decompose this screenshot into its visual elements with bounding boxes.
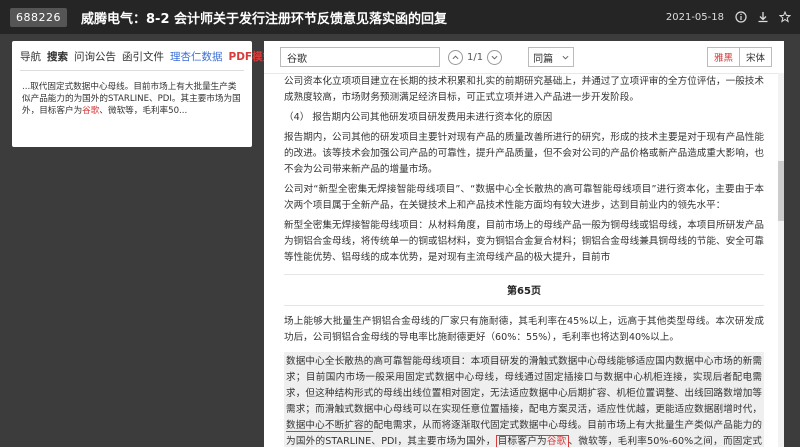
sidebar-tabs: 导航 搜索 问询公告 函引文件 理杏仁数据 PDF模式 (12, 41, 273, 64)
match-navigator: 1/1 (448, 49, 503, 65)
top-header-bar: 688226 威腾电气：8-2 会计师关于发行注册环节反馈意见落实函的回复 20… (0, 0, 800, 34)
match-prefix: 目标客户为 (497, 436, 547, 447)
search-input[interactable] (280, 47, 440, 67)
chevron-down-icon (491, 55, 498, 60)
font-select-value: 同篇 (533, 53, 554, 65)
page-number-label: 第65页 (507, 286, 541, 297)
header-actions: 2021-05-18 (666, 0, 792, 34)
document-content: 公司资本化立项项目建立在长期的技术积累和扎实的前期研究基础上，并通过了立项评审的… (284, 73, 764, 447)
text-segment-a: 数据中心全长散热的高可靠智能母线项目：本项目研发的滑触式数据中心母线能够适应国内… (286, 356, 762, 415)
stock-code-badge: 688226 (10, 7, 67, 27)
scrollbar-track[interactable] (778, 73, 784, 447)
info-icon[interactable] (734, 10, 748, 24)
next-match-button[interactable] (487, 49, 503, 65)
match-count: 1/1 (467, 51, 484, 63)
star-icon[interactable] (778, 10, 792, 24)
search-result-snippet[interactable]: ...取代固定式数据中心母线。目前市场上有大批量生产类似产品能力的为国外的STA… (12, 71, 252, 117)
document-title: 威腾电气：8-2 会计师关于发行注册环节反馈意见落实函的回复 (81, 11, 448, 27)
chevron-up-icon (452, 54, 459, 59)
paragraph-other-projects: 报告期内，公司其他的研发项目主要针对现有产品的质量改善所进行的研究，形成的技术主… (284, 132, 764, 175)
tab-inquiry-announcements[interactable]: 问询公告 (74, 49, 116, 64)
page-divider-top (284, 274, 764, 275)
tab-cited-documents[interactable]: 函引文件 (122, 49, 164, 64)
paragraph-busbar-project: 新型全密集无焊接智能母线项目：从材料角度，目前市场上的母线产品一般为铜母线或铝母… (284, 220, 764, 263)
download-icon[interactable] (756, 10, 770, 24)
prev-match-button[interactable] (448, 49, 463, 65)
typeface-yahei-option[interactable]: 雅黑 (708, 48, 739, 66)
document-viewer: 1/1 同篇 雅黑 宋体 公司资本化立项项目建立在长期的技术积累和扎实的前期研究… (264, 41, 784, 447)
document-toolbar: 1/1 同篇 雅黑 宋体 (264, 41, 784, 74)
paragraph-data-center-busbar: 数据中心全长散热的高可靠智能母线项目：本项目研发的滑触式数据中心母线能够适应国内… (284, 352, 764, 447)
paragraph-schneider: 场上能够大批量生产铜铝合金母线的厂家只有施耐德，其毛利率在45%以上，远高于其他… (284, 316, 764, 343)
paragraph-capitalization: 公司资本化立项项目建立在长期的技术积累和扎实的前期研究基础上，并通过了立项评审的… (284, 76, 764, 103)
font-select[interactable]: 同篇 (528, 47, 575, 67)
typeface-toggle: 雅黑 宋体 (706, 47, 772, 67)
match-keyword: 谷歌 (546, 436, 567, 447)
publish-date: 2021-05-18 (665, 11, 724, 23)
typeface-songti-option[interactable]: 宋体 (738, 48, 771, 66)
chevron-down-icon (562, 55, 569, 60)
snippet-highlight: 谷歌 (82, 106, 100, 116)
underlined-phrase: 数据中心不断扩容的 (286, 420, 374, 432)
tab-lixinger-data[interactable]: 理杏仁数据 (170, 49, 223, 64)
paragraph-capitalized-projects: 公司对“新型全密集无焊接智能母线项目”、“数据中心全长散热的高可靠智能母线项目”… (284, 184, 764, 211)
left-sidebar-panel: 导航 搜索 问询公告 函引文件 理杏仁数据 PDF模式 ...取代固定式数据中心… (12, 41, 273, 147)
scrollbar-thumb[interactable] (778, 161, 784, 221)
snippet-text-post: 、微软等，毛利率50... (99, 106, 188, 116)
highlighted-search-match: 目标客户为谷歌 (495, 435, 569, 447)
section-heading: （4） 报告期内公司其他研发项目研发费用未进行资本化的原因 (284, 112, 553, 123)
tab-search[interactable]: 搜索 (47, 49, 68, 64)
tab-navigation[interactable]: 导航 (20, 49, 41, 64)
page-divider-bottom (284, 305, 764, 306)
